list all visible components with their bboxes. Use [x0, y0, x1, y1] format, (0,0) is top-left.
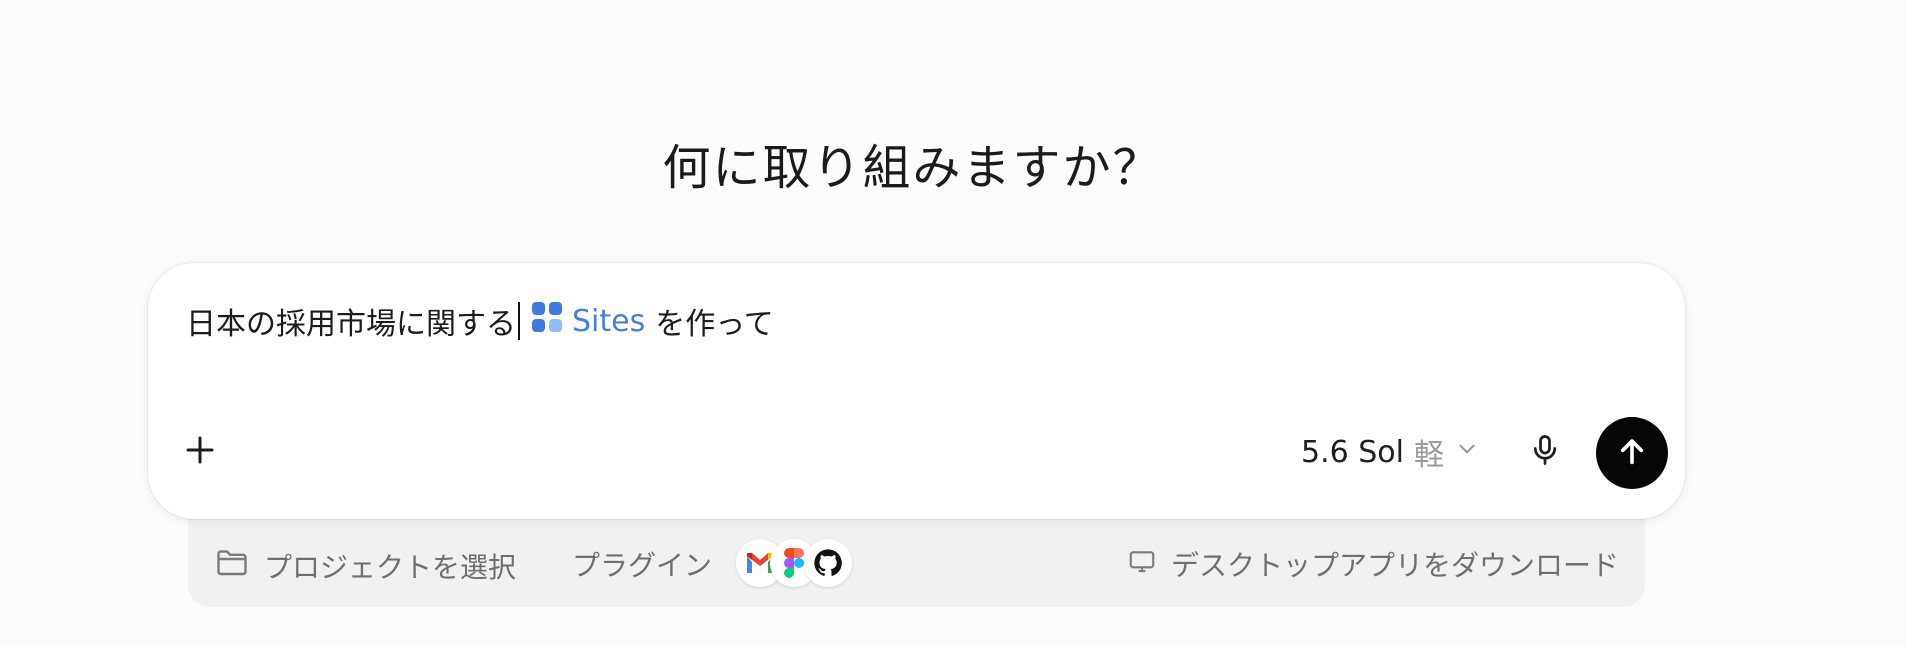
folder-icon: [214, 544, 250, 587]
download-desktop-app-button[interactable]: デスクトップアプリをダウンロード: [1127, 544, 1619, 584]
select-project-button[interactable]: プロジェクトを選択: [214, 544, 516, 587]
github-icon[interactable]: [804, 539, 852, 587]
text-caret: [518, 302, 520, 340]
model-name: 5.6 Sol: [1301, 434, 1404, 470]
sites-tool-chip[interactable]: Sites: [530, 300, 645, 342]
page: 何に取り組みますか？ プロジェクトを選択 プラグイン デスクトップアプリをダウン…: [0, 0, 1906, 646]
select-project-label: プロジェクトを選択: [264, 550, 517, 584]
microphone-icon: [1527, 432, 1563, 472]
add-attachment-button[interactable]: [178, 430, 222, 474]
voice-input-button[interactable]: [1520, 427, 1570, 477]
prompt-input[interactable]: 日本の採用市場に関する Sites を作って: [186, 299, 774, 343]
sites-chip-label: Sites: [572, 303, 646, 339]
prompt-composer: 日本の採用市場に関する Sites を作って 5.6 Sol 軽: [148, 263, 1685, 519]
download-desktop-app-label: デスクトップアプリをダウンロード: [1170, 549, 1619, 582]
chevron-down-icon: [1454, 435, 1480, 470]
send-button[interactable]: [1596, 417, 1668, 489]
plus-icon: [182, 432, 218, 472]
arrow-up-icon: [1615, 434, 1649, 472]
monitor-icon: [1127, 546, 1157, 583]
model-mode: 軽: [1413, 438, 1444, 473]
sites-grid-icon: [530, 300, 564, 342]
plugin-icons[interactable]: [736, 534, 852, 592]
prompt-text-after: を作って: [655, 307, 774, 342]
prompt-text-before: 日本の採用市場に関する: [186, 307, 516, 342]
model-selector[interactable]: 5.6 Sol 軽: [1301, 428, 1480, 476]
page-title: 何に取り組みますか？: [662, 140, 1163, 196]
plugins-label: プラグイン: [572, 549, 713, 582]
plugins-button[interactable]: プラグイン: [572, 544, 712, 584]
